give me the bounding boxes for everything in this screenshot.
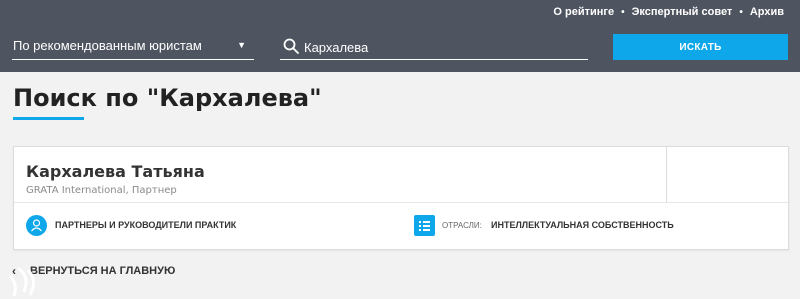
list-icon: [414, 215, 435, 236]
industry-value[interactable]: ИНТЕЛЛЕКТУАЛЬНАЯ СОБСТВЕННОСТЬ: [491, 220, 674, 230]
card-divider: [14, 202, 790, 203]
search-box: [280, 34, 588, 60]
nav-separator: •: [739, 6, 743, 18]
card-divider: [666, 147, 667, 202]
nav-link-expert-council[interactable]: Экспертный совет: [632, 6, 733, 18]
nav-separator: •: [621, 6, 625, 18]
top-nav: О рейтинге • Экспертный совет • Архив: [553, 6, 784, 18]
page-title: Поиск по "Кархалева": [13, 84, 322, 112]
search-filter-select[interactable]: По рекомендованным юристам ▼: [12, 34, 254, 60]
category-label: ПАРТНЕРЫ И РУКОВОДИТЕЛИ ПРАКТИК: [55, 220, 237, 230]
industry-label: ОТРАСЛИ:: [442, 221, 482, 230]
result-card: Кархалева Татьяна GRATA International, П…: [13, 146, 790, 250]
header-bar: О рейтинге • Экспертный совет • Архив По…: [0, 0, 800, 72]
person-circle-icon: [26, 215, 47, 236]
back-link-label: ВЕРНУТЬСЯ НА ГЛАВНУЮ: [30, 265, 176, 277]
nav-link-about-rating[interactable]: О рейтинге: [553, 6, 614, 18]
lawyer-name[interactable]: Кархалева Татьяна: [26, 162, 205, 181]
search-filter-value: По рекомендованным юристам: [13, 38, 202, 53]
search-input[interactable]: [304, 37, 584, 57]
lawyer-company: GRATA International, Партнер: [26, 185, 177, 196]
search-button[interactable]: ИСКАТЬ: [613, 34, 788, 60]
watermark-icon: [8, 266, 35, 297]
chevron-down-icon: ▼: [237, 40, 246, 50]
title-underline: [13, 117, 84, 120]
search-icon: [283, 38, 299, 54]
nav-link-archive[interactable]: Архив: [750, 6, 784, 18]
